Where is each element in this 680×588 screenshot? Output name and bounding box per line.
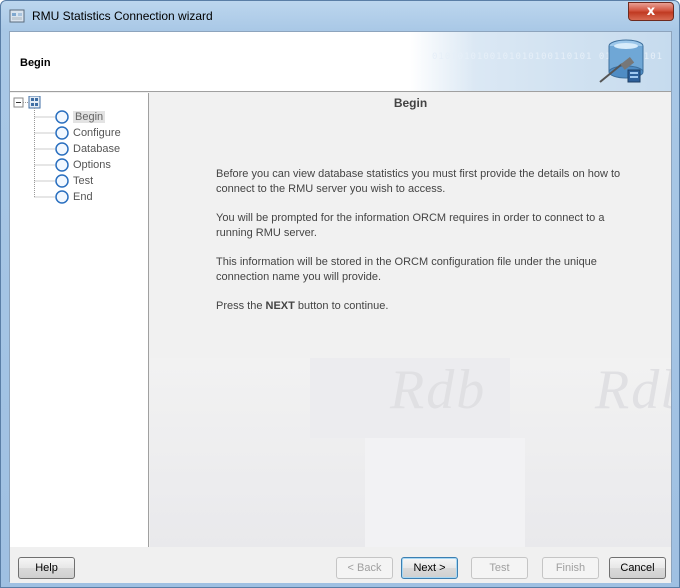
instruction-prefix: Press the <box>216 300 266 312</box>
test-button[interactable]: Test <box>471 557 528 579</box>
storage-paragraph: This information will be stored in the O… <box>216 256 597 283</box>
step-content-panel: Rdb Rdb Begin Before you can view databa… <box>150 93 671 547</box>
database-connection-icon <box>599 39 644 83</box>
finish-button[interactable]: Finish <box>542 557 599 579</box>
header-title: Begin <box>20 57 51 69</box>
tree-item-label: End <box>73 191 93 203</box>
step-circle-icon <box>55 190 69 204</box>
tree-item-options[interactable]: Options <box>55 157 111 173</box>
tree-item-database[interactable]: Database <box>55 141 120 157</box>
wizard-footer: Help < Back Next > Test Finish Cancel <box>10 548 671 583</box>
wizard-client-area: 0101010100101010100110101 0101010101 Beg… <box>9 31 672 583</box>
next-button[interactable]: Next > <box>401 557 458 579</box>
step-title: Begin <box>393 96 428 110</box>
back-button[interactable]: < Back <box>336 557 393 579</box>
tree-item-configure[interactable]: Configure <box>55 125 121 141</box>
step-circle-icon <box>55 174 69 188</box>
close-button[interactable]: x <box>628 2 674 21</box>
tree-item-begin[interactable]: Begin <box>55 109 106 125</box>
tree-item-label: Options <box>73 159 111 171</box>
background-block <box>365 438 525 547</box>
step-circle-icon <box>55 110 69 124</box>
tree-item-label: Begin <box>73 111 106 123</box>
prompt-paragraph: You will be prompted for the information… <box>216 212 605 239</box>
instruction-suffix: button to continue. <box>294 300 389 312</box>
step-circle-icon <box>55 142 69 156</box>
title-bar[interactable]: RMU Statistics Connection wizard x <box>1 1 679 31</box>
wizard-steps-tree: Begin Configure Database Options Test En… <box>10 93 149 547</box>
tree-item-end[interactable]: End <box>55 189 93 205</box>
tree-item-test[interactable]: Test <box>55 173 93 189</box>
window-title: RMU Statistics Connection wizard <box>32 9 213 23</box>
tree-item-label: Database <box>73 143 121 155</box>
wizard-window: RMU Statistics Connection wizard x 01010… <box>0 0 680 588</box>
step-circle-icon <box>55 158 69 172</box>
instruction-paragraph: Press the NEXT button to continue. <box>216 299 636 314</box>
help-button[interactable]: Help <box>18 557 75 579</box>
wizard-header: 0101010100101010100110101 0101010101 Beg… <box>10 32 671 92</box>
app-icon <box>9 9 25 23</box>
step-circle-icon <box>55 126 69 140</box>
rdb-watermark: Rdb <box>595 359 671 421</box>
rdb-watermark: Rdb <box>390 359 487 421</box>
tree-item-label: Test <box>73 175 94 187</box>
intro-paragraph: Before you can view database statistics … <box>216 168 621 195</box>
cancel-button[interactable]: Cancel <box>609 557 666 579</box>
tree-item-label: Configure <box>73 127 121 139</box>
instruction-next-keyword: NEXT <box>265 300 295 312</box>
